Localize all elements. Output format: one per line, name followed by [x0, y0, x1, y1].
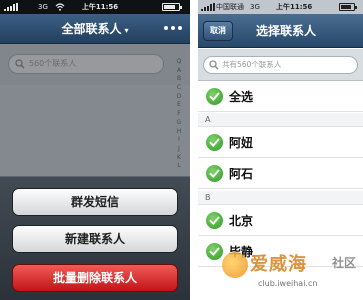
- battery-icon: [162, 3, 182, 11]
- status-bar: 中国联通 3G 上午11:56: [198, 0, 363, 14]
- chevron-down-icon: ▾: [124, 26, 129, 35]
- section-letter: B: [205, 193, 211, 202]
- search-icon: [209, 60, 219, 70]
- watermark-badge: 社区: [332, 256, 357, 270]
- checkmark-icon[interactable]: [206, 134, 223, 151]
- contact-row[interactable]: 北京: [198, 206, 363, 236]
- action-sheet: 群发短信 新建联系人 批量删除联系人: [0, 176, 190, 300]
- section-letter: A: [205, 115, 211, 124]
- signal-icon: [201, 3, 215, 11]
- page-title: 选择联系人: [256, 24, 317, 38]
- page-title: 全部联系人: [61, 22, 122, 36]
- search-input[interactable]: 共有560个联系人: [203, 56, 358, 74]
- checkmark-icon[interactable]: [206, 88, 223, 105]
- status-time: 上午11:56: [276, 3, 313, 11]
- site-watermark: 爱威海 社区 club.iweihai.cn: [222, 248, 363, 300]
- section-header: A: [198, 113, 363, 127]
- group-sms-button[interactable]: 群发短信: [12, 188, 178, 216]
- network-type: 3G: [250, 3, 260, 11]
- network-type: 3G: [38, 3, 48, 11]
- contact-row[interactable]: 阿妞: [198, 128, 363, 158]
- watermark-text: 爱威海: [250, 254, 307, 275]
- contact-name: 北京: [229, 214, 254, 228]
- search-placeholder: 共有560个联系人: [222, 60, 282, 69]
- logo-icon: [222, 252, 248, 278]
- signal-icon: [4, 3, 18, 11]
- screens-divider: [190, 0, 198, 300]
- checkmark-icon[interactable]: [206, 243, 223, 260]
- status-bar: 3G 上午11:56: [0, 0, 190, 14]
- search-area: 共有560个联系人: [198, 49, 363, 81]
- nav-bar: 全部联系人 ▾: [0, 14, 190, 44]
- battery-icon: [339, 3, 357, 11]
- section-header: B: [198, 191, 363, 205]
- left-phone-screen: 3G 上午11:56 全部联系人 ▾ 560个联系人 Q A B C D E F…: [0, 0, 190, 300]
- carrier-name: 中国联通: [216, 3, 244, 11]
- wifi-icon: [55, 3, 65, 11]
- checkmark-icon[interactable]: [206, 212, 223, 229]
- status-time: 上午11:56: [81, 3, 119, 11]
- watermark-url: club.iweihai.cn: [258, 279, 318, 288]
- contacts-group-selector[interactable]: 全部联系人 ▾: [0, 14, 190, 46]
- nav-bar: 取消 选择联系人: [198, 14, 363, 48]
- contact-name: 阿妞: [229, 136, 254, 150]
- checkmark-icon[interactable]: [206, 165, 223, 182]
- select-all-label: 全选: [229, 90, 254, 104]
- contact-row[interactable]: 阿石: [198, 159, 363, 189]
- contact-name: 阿石: [229, 167, 254, 181]
- more-options-icon[interactable]: [164, 26, 182, 32]
- batch-delete-button[interactable]: 批量删除联系人: [12, 264, 178, 292]
- select-all-row[interactable]: 全选: [198, 82, 363, 112]
- new-contact-button[interactable]: 新建联系人: [12, 225, 178, 253]
- cancel-button[interactable]: 取消: [203, 21, 233, 41]
